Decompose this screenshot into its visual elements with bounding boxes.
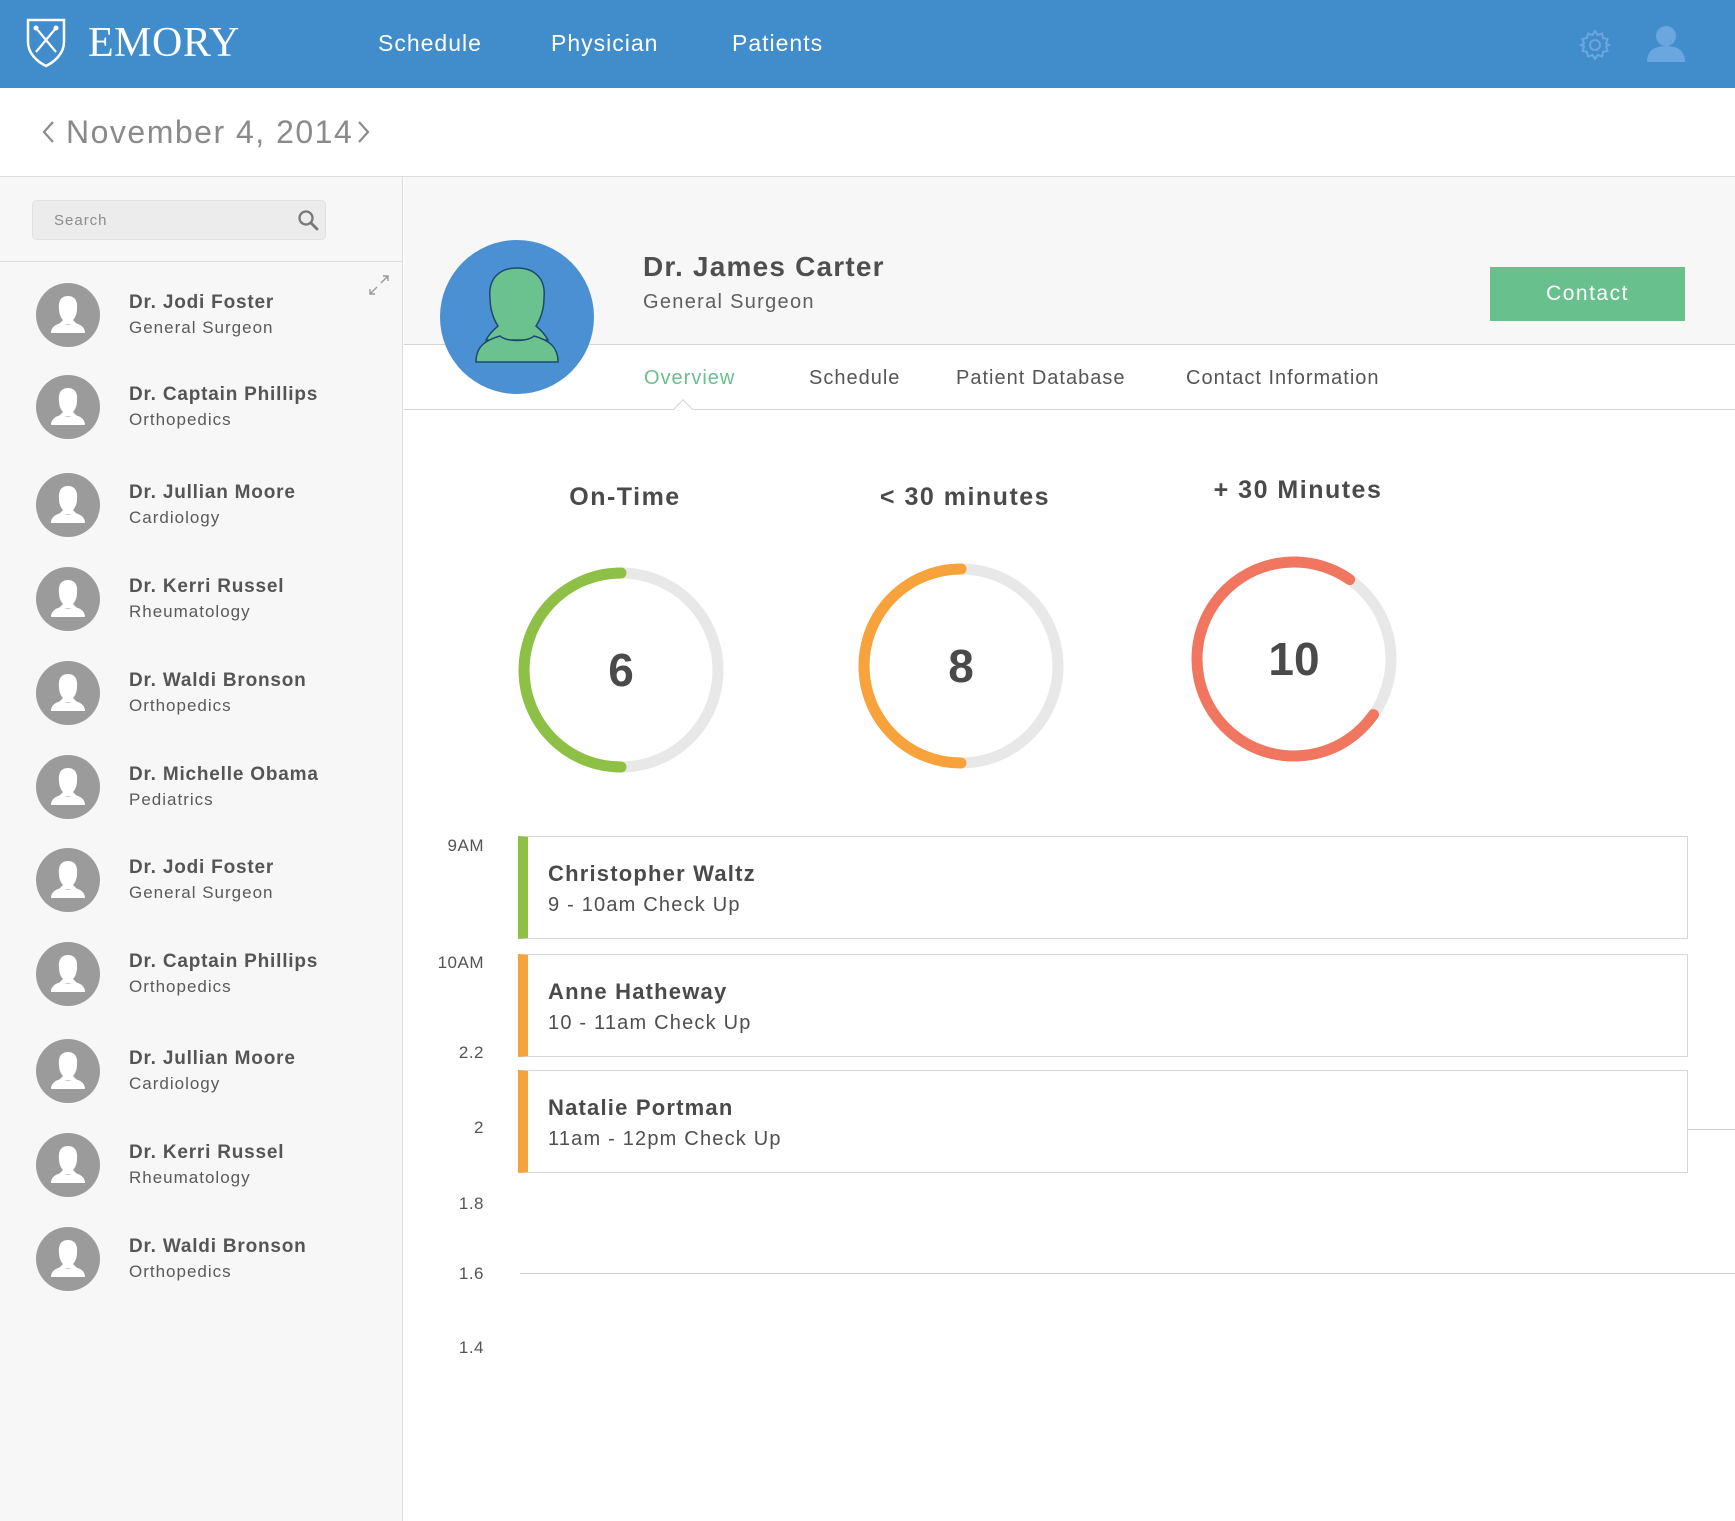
physician-list-name: Dr. Jullian Moore (129, 1048, 296, 1069)
physician-avatar-icon (36, 283, 100, 347)
gauge-value-on-time: 6 (608, 644, 634, 696)
gauge-title-on-time: On-Time (569, 483, 681, 511)
physician-list-specialty: Orthopedics (129, 410, 232, 429)
tab-overview[interactable]: Overview (644, 367, 735, 390)
time-label: 9AM (447, 836, 484, 855)
physician-sidebar: Dr. Jodi Foster General Surgeon Dr. Captai… (0, 177, 403, 1521)
physician-list-specialty: Cardiology (129, 508, 221, 527)
top-navigation-bar: EMORY Schedule Physician Patients (0, 0, 1735, 88)
grid-line (1684, 1129, 1735, 1130)
physician-avatar-icon (36, 1133, 100, 1197)
time-label: 2 (474, 1118, 484, 1137)
physician-list-name: Dr. Jodi Foster (129, 292, 275, 313)
sidebar-divider (0, 261, 403, 262)
physician-list-item[interactable]: Dr. Kerri Russel Rheumatology (0, 1127, 403, 1207)
time-label: 1.4 (458, 1338, 484, 1357)
physician-list-specialty: Cardiology (129, 1074, 221, 1093)
brand-name: EMORY (88, 20, 240, 66)
physician-list-specialty: Orthopedics (129, 696, 232, 715)
physician-list-specialty: Orthopedics (129, 977, 232, 996)
physician-avatar-icon (36, 1039, 100, 1103)
physician-avatar-icon (36, 567, 100, 631)
physician-list-specialty: General Surgeon (129, 883, 274, 902)
appointment-patient: Anne Hatheway (548, 979, 728, 1004)
physician-list-specialty: Orthopedics (129, 1262, 232, 1281)
physician-list-name: Dr. Michelle Obama (129, 764, 319, 785)
physician-list-item[interactable]: Dr. Jodi Foster General Surgeon (0, 842, 403, 922)
chevron-right-icon[interactable] (356, 118, 372, 151)
physician-list-item[interactable]: Dr. Waldi Bronson Orthopedics (0, 655, 403, 735)
emory-shield-icon (26, 18, 66, 68)
physician-list-name: Dr. Kerri Russel (129, 1142, 285, 1163)
time-label: 1.8 (458, 1194, 484, 1213)
appointment-time: 9 - 10am Check Up (548, 894, 741, 916)
physician-list-item[interactable]: Dr. Waldi Bronson Orthopedics (0, 1221, 403, 1301)
physician-list-item[interactable]: Dr. Jullian Moore Cardiology (0, 467, 403, 547)
physician-list-name: Dr. Jodi Foster (129, 857, 275, 878)
search-input[interactable] (33, 201, 283, 239)
gear-icon[interactable] (1578, 28, 1612, 67)
physician-avatar-icon (36, 473, 100, 537)
physician-list-specialty: Pediatrics (129, 790, 214, 809)
grid-line (520, 1273, 1735, 1274)
physician-avatar-icon (36, 942, 100, 1006)
physician-role: General Surgeon (643, 291, 815, 313)
user-icon[interactable] (1645, 24, 1687, 69)
physician-list-specialty: General Surgeon (129, 318, 274, 337)
gauge-value-under-30: 8 (948, 640, 974, 692)
profile-tabs: Overview Schedule Patient Database Conta… (404, 345, 1735, 419)
nav-physician[interactable]: Physician (551, 30, 658, 57)
physician-list-item[interactable]: Dr. Captain Phillips Orthopedics (0, 936, 403, 1016)
physician-avatar-icon (36, 848, 100, 912)
time-label: 2.2 (458, 1043, 484, 1062)
contact-button[interactable]: Contact (1490, 267, 1685, 321)
physician-name: Dr. James Carter (643, 251, 885, 282)
physician-list-name: Dr. Captain Phillips (129, 951, 319, 972)
current-date: November 4, 2014 (66, 114, 354, 150)
physician-list-name: Dr. Captain Phillips (129, 384, 319, 405)
physician-avatar-icon (36, 1227, 100, 1291)
physician-list-name: Dr. Waldi Bronson (129, 1236, 307, 1257)
physician-list-name: Dr. Kerri Russel (129, 576, 285, 597)
profile-header: Dr. James Carter General Surgeon Contact (404, 177, 1735, 345)
appointment-time: 11am - 12pm Check Up (548, 1128, 782, 1150)
search-icon[interactable] (297, 209, 319, 236)
physician-list-item[interactable]: Dr. Jodi Foster General Surgeon (0, 277, 403, 357)
physician-avatar-icon (36, 661, 100, 725)
physician-avatar-icon (36, 375, 100, 439)
appointment-time: 10 - 11am Check Up (548, 1012, 752, 1034)
tab-contact-information[interactable]: Contact Information (1186, 367, 1380, 390)
physician-avatar (440, 240, 594, 394)
appointment-card[interactable]: Christopher Waltz 9 - 10am Check Up (518, 836, 1688, 939)
date-navigation: November 4, 2014 (0, 88, 1735, 177)
nav-schedule[interactable]: Schedule (378, 30, 482, 57)
physician-list-item[interactable]: Dr. Kerri Russel Rheumatology (0, 561, 403, 641)
physician-list-name: Dr. Waldi Bronson (129, 670, 307, 691)
active-tab-indicator (673, 399, 693, 419)
emory-logo[interactable]: EMORY (26, 18, 240, 68)
time-label: 10AM (437, 953, 484, 972)
physician-list-specialty: Rheumatology (129, 1168, 251, 1187)
appointment-card[interactable]: Anne Hatheway 10 - 11am Check Up (518, 954, 1688, 1057)
time-label: 1.6 (458, 1264, 484, 1283)
chevron-left-icon[interactable] (40, 118, 56, 151)
gauge-title-under-30: < 30 minutes (879, 483, 1051, 511)
gauge-title-over-30: + 30 Minutes (1213, 476, 1383, 504)
main-panel: Dr. James Carter General Surgeon Contact… (404, 177, 1735, 1521)
physician-list-name: Dr. Jullian Moore (129, 482, 296, 503)
physician-list-item[interactable]: Dr. Michelle Obama Pediatrics (0, 749, 403, 829)
appointment-patient: Christopher Waltz (548, 861, 756, 886)
gauge-value-over-30: 10 (1268, 633, 1320, 685)
nav-patients[interactable]: Patients (732, 30, 823, 57)
appointment-patient: Natalie Portman (548, 1095, 734, 1120)
appointment-card[interactable]: Natalie Portman 11am - 12pm Check Up (518, 1070, 1688, 1173)
physician-list-item[interactable]: Dr. Jullian Moore Cardiology (0, 1033, 403, 1113)
physician-avatar-icon (36, 755, 100, 819)
female-avatar-icon (475, 267, 559, 363)
physician-list-item[interactable]: Dr. Captain Phillips Orthopedics (0, 369, 403, 449)
tab-patient-database[interactable]: Patient Database (956, 367, 1125, 390)
search-box (32, 200, 326, 240)
physician-list-specialty: Rheumatology (129, 602, 251, 621)
tab-schedule[interactable]: Schedule (809, 367, 900, 390)
